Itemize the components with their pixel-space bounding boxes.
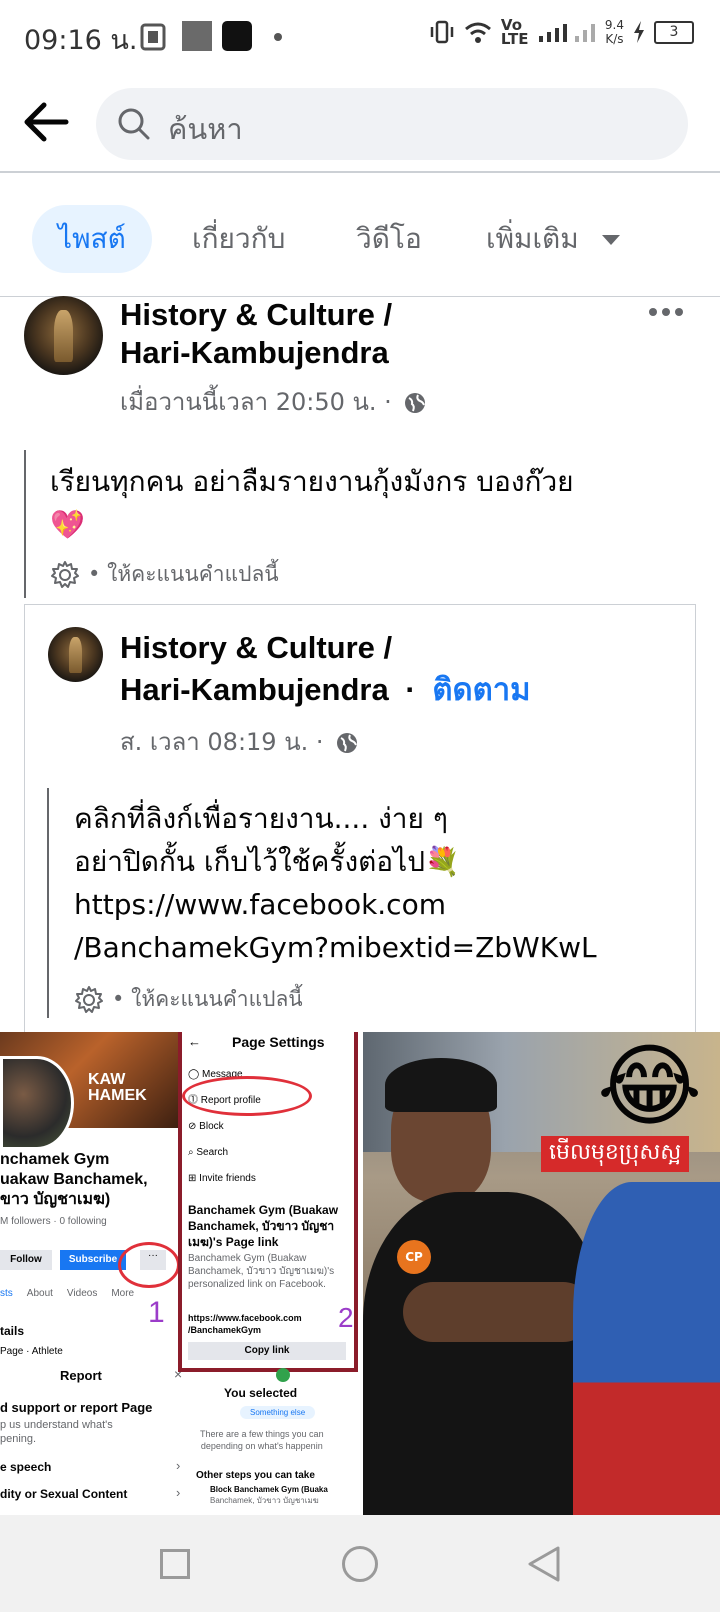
shared-page-avatar[interactable] bbox=[48, 627, 103, 682]
shared-page-name[interactable]: History & Culture / Hari-Kambujendra · ต… bbox=[120, 627, 531, 711]
highlight-circle-1 bbox=[118, 1242, 180, 1288]
back-triangle-icon bbox=[528, 1546, 560, 1582]
shared-rate-translation[interactable]: • ให้คะแนนคำแปลนี้ bbox=[74, 983, 303, 1016]
rate-translation-label: • ให้คะแนนคำแปลนี้ bbox=[112, 987, 303, 1011]
report-title: Report bbox=[60, 1368, 102, 1383]
search-placeholder: ค้นหา bbox=[168, 112, 243, 146]
battery-icon: 3 bbox=[654, 20, 694, 44]
vibrate-icon bbox=[430, 20, 454, 44]
back-arrow-icon bbox=[24, 102, 69, 142]
follow-btn: Follow bbox=[0, 1250, 52, 1270]
rate-translation[interactable]: • ให้คะแนนคำแปลนี้ bbox=[50, 558, 279, 591]
chevron-right-icon: › bbox=[176, 1458, 181, 1473]
subscribe-btn: Subscribe bbox=[60, 1250, 126, 1270]
page-category: Page · Athlete bbox=[0, 1346, 63, 1357]
signal-icon bbox=[538, 24, 595, 42]
more-notifications-dot bbox=[274, 33, 282, 41]
gallery-notification-icon bbox=[182, 21, 212, 51]
app-notification-icon-2 bbox=[222, 21, 252, 51]
post-quote-bar bbox=[24, 450, 26, 598]
cover-text: KAW HAMEK bbox=[88, 1071, 147, 1104]
report-heading: d support or report Page bbox=[0, 1400, 153, 1415]
shared-post-timestamp[interactable]: ส. เวลา 08:19 น. · bbox=[120, 722, 359, 761]
tab-more[interactable]: เพิ่มเติม bbox=[486, 205, 622, 273]
globe-icon bbox=[337, 733, 358, 753]
highlight-circle-2 bbox=[182, 1076, 312, 1116]
android-nav-bar bbox=[0, 1515, 720, 1612]
other-steps-heading: Other steps you can take bbox=[196, 1470, 315, 1481]
shared-post-text: คลิกที่ลิงก์เพื่อรายงาน.... ง่าย ๆ อย่าป… bbox=[74, 797, 674, 969]
status-time: 09:16 น. bbox=[24, 25, 138, 56]
shared-quote-bar bbox=[47, 788, 49, 1018]
details-heading: tails bbox=[0, 1324, 25, 1338]
facebook-link[interactable]: https://www.facebook.com /BanchamekGym?m… bbox=[74, 883, 674, 969]
settings-back: ← bbox=[188, 1034, 201, 1049]
report-item-2: dity or Sexual Content bbox=[0, 1487, 128, 1501]
tab-about[interactable]: เกี่ยวกับ bbox=[192, 205, 285, 273]
status-indicators: Vo LTE 9.4 K/s 3 bbox=[429, 16, 694, 48]
step-number-1: 1 bbox=[148, 1296, 165, 1329]
search-input[interactable]: ค้นหา bbox=[96, 88, 688, 160]
copy-link-btn: Copy link bbox=[188, 1342, 346, 1360]
recent-apps-button[interactable] bbox=[160, 1549, 190, 1579]
you-selected: You selected bbox=[224, 1386, 298, 1400]
gear-icon bbox=[75, 985, 103, 1013]
tab-videos[interactable]: วิดีโอ bbox=[356, 205, 422, 273]
globe-icon bbox=[405, 393, 426, 413]
header-divider bbox=[0, 171, 720, 173]
status-bar: 09:16 น. Vo LTE 9.4 K/s 3 bbox=[0, 0, 720, 72]
tab-more-label: เพิ่มเติม bbox=[486, 222, 579, 255]
back-button[interactable] bbox=[22, 100, 72, 144]
shirt-patch: CP bbox=[397, 1240, 431, 1274]
gear-icon bbox=[51, 560, 79, 588]
page-link-url: https://www.facebook.com /BanchamekGym bbox=[188, 1313, 302, 1335]
post-image-right[interactable]: CP 😂 មើលមុខប្រុសស្អ bbox=[363, 1032, 720, 1516]
app-notification-icon bbox=[140, 21, 170, 51]
chevron-right-icon: › bbox=[176, 1485, 181, 1500]
laughing-emoji: 😂 bbox=[597, 1034, 703, 1139]
follow-link[interactable]: ติดตาม bbox=[432, 672, 530, 707]
report-item-1: e speech bbox=[0, 1460, 52, 1474]
person-arms bbox=[403, 1282, 593, 1342]
home-button[interactable] bbox=[342, 1546, 378, 1582]
few-things-text: There are a few things you can depending… bbox=[200, 1429, 324, 1451]
tab-posts[interactable]: ไพสต์ bbox=[32, 205, 152, 273]
post-text: เรียนทุกคน อย่าลืมรายงานกุ้งมังกร บองก๊ว… bbox=[50, 465, 574, 541]
charging-icon bbox=[634, 21, 644, 43]
step-number-2: 2 bbox=[338, 1302, 354, 1333]
profile-photo bbox=[0, 1056, 74, 1150]
followers-count: M followers · 0 following bbox=[0, 1216, 107, 1227]
block-item: Block Banchamek Gym (Buaka Banchamek, บั… bbox=[210, 1485, 328, 1505]
something-else-chip: Something else bbox=[240, 1406, 316, 1419]
post-image-left[interactable]: KAW HAMEK nchamek Gym uakaw Banchamek, ข… bbox=[0, 1032, 360, 1516]
second-person bbox=[573, 1182, 720, 1516]
rate-translation-label: • ให้คะแนนคำแปลนี้ bbox=[88, 562, 279, 586]
net-speed: 9.4 K/s bbox=[604, 18, 624, 46]
more-dots-icon bbox=[649, 308, 683, 316]
post-timestamp[interactable]: เมื่อวานนี้เวลา 20:50 น. · bbox=[120, 382, 427, 421]
caret-down-icon bbox=[601, 235, 620, 245]
report-sub: p us understand what's pening. bbox=[0, 1419, 113, 1445]
network-type: Vo LTE bbox=[500, 16, 529, 48]
settings-title: Page Settings bbox=[232, 1034, 325, 1050]
khmer-caption: មើលមុខប្រុសស្អ bbox=[541, 1136, 690, 1172]
post-menu-button[interactable] bbox=[648, 304, 684, 320]
search-icon bbox=[118, 108, 150, 140]
back-nav-button[interactable] bbox=[526, 1545, 562, 1583]
wifi-icon bbox=[464, 22, 491, 43]
page-avatar[interactable] bbox=[24, 296, 103, 375]
person-cap bbox=[385, 1058, 497, 1112]
page-name[interactable]: History & Culture / Hari-Kambujendra bbox=[120, 296, 392, 372]
check-icon bbox=[276, 1368, 290, 1382]
page-link-desc: Banchamek Gym (Buakaw Banchamek, บัวขาว … bbox=[188, 1253, 335, 1290]
page-link-title: Banchamek Gym (Buakaw Banchamek, บัวขาว … bbox=[188, 1203, 339, 1249]
profile-names: nchamek Gym uakaw Banchamek, ขาว บัญชาเม… bbox=[0, 1151, 148, 1208]
person-body bbox=[363, 1192, 603, 1516]
